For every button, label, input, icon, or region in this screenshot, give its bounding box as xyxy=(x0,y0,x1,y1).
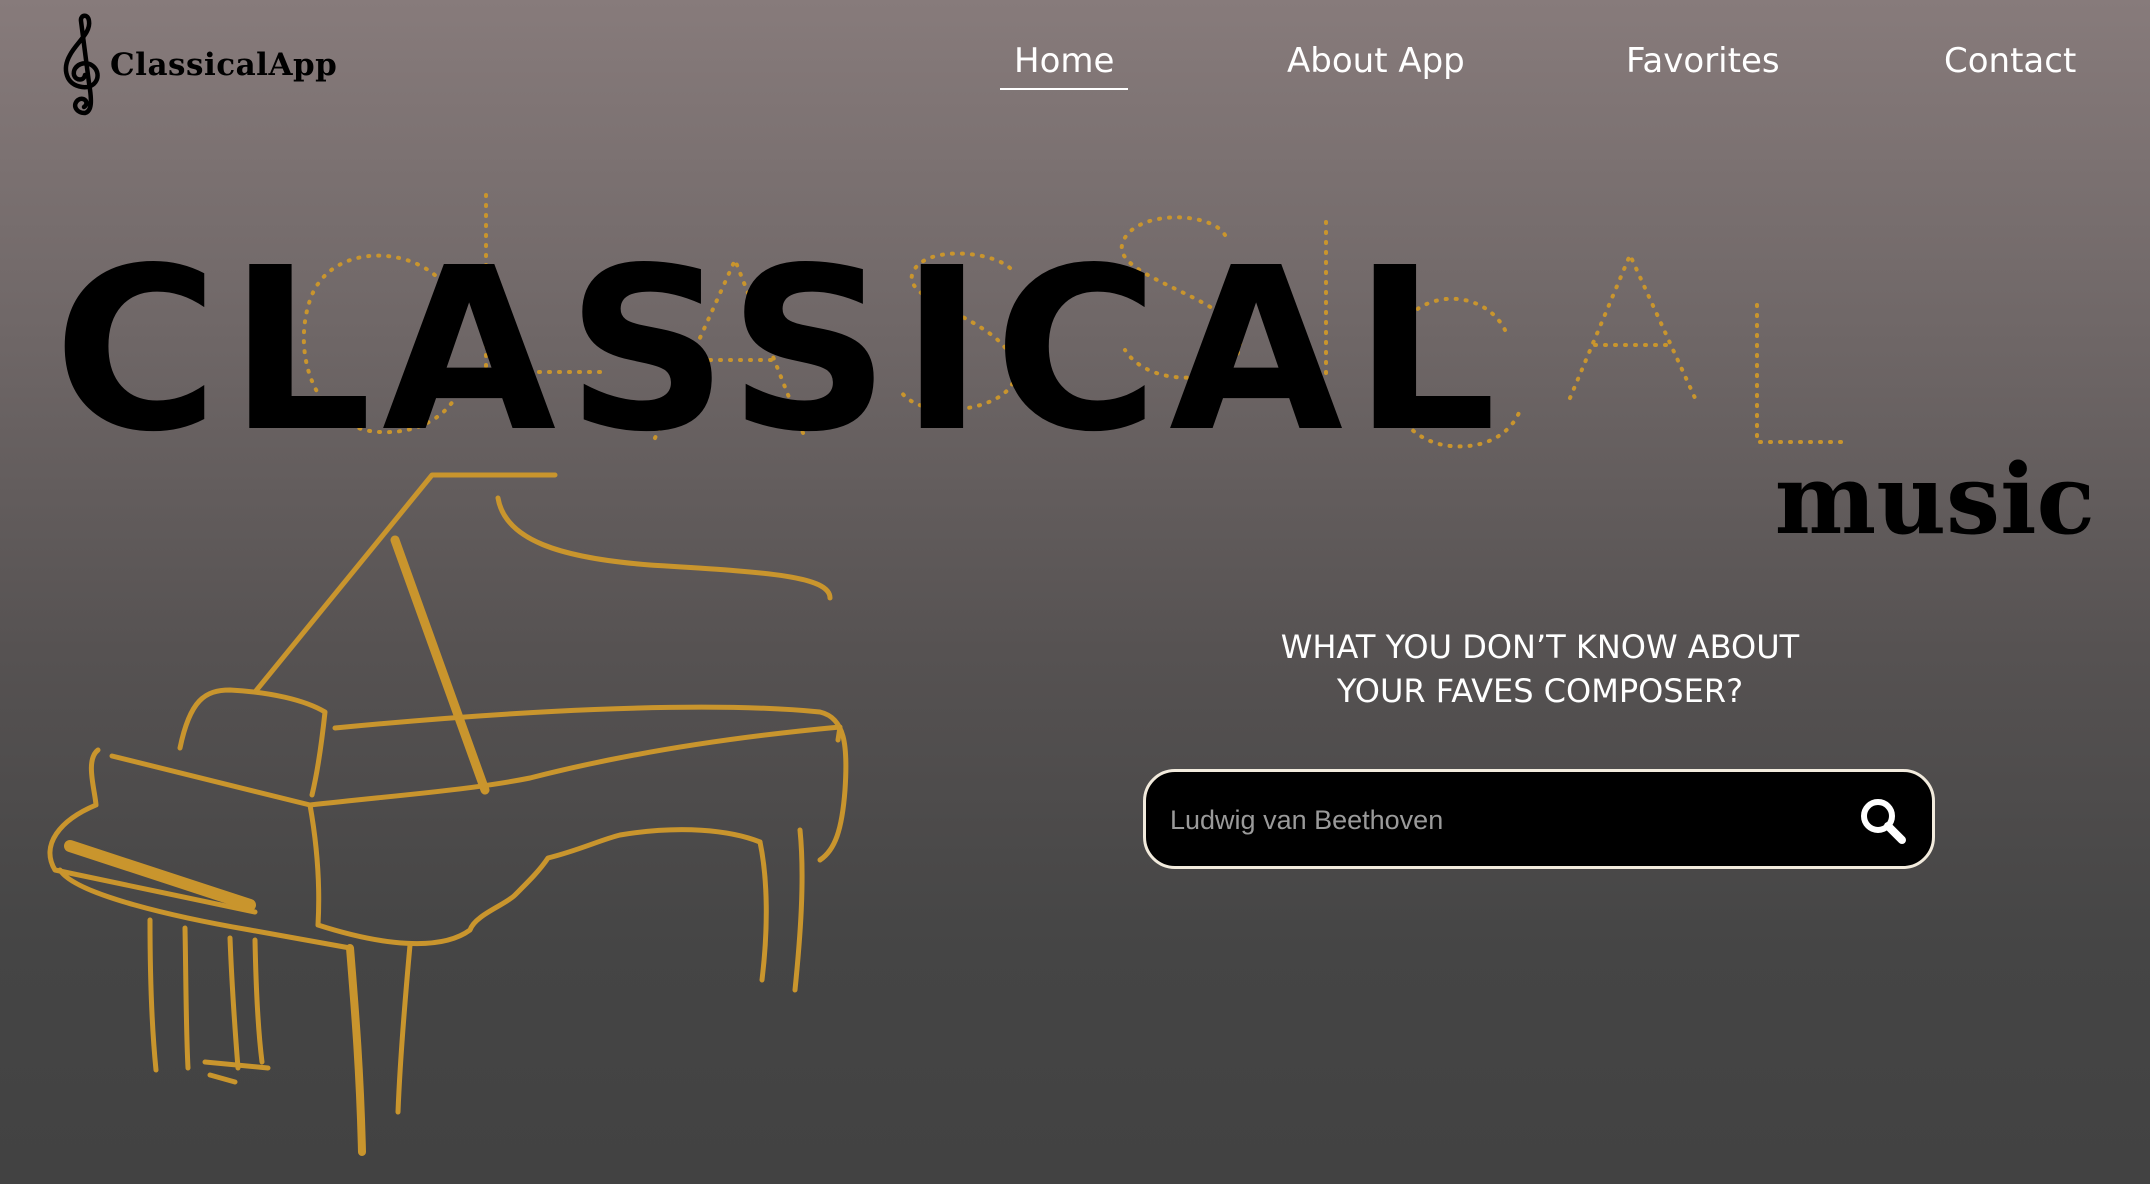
search-input[interactable] xyxy=(1170,798,1820,842)
hero-subtitle: music xyxy=(1775,443,2095,556)
hero-title: CLASSICAL xyxy=(54,220,1507,482)
grand-piano-illustration xyxy=(47,472,849,1156)
composer-search xyxy=(1143,769,1935,869)
question-line-2: YOUR FAVES COMPOSER? xyxy=(1336,672,1744,710)
search-icon xyxy=(1861,799,1906,844)
hero-graphic: CLASSICAL music xyxy=(47,193,2095,1156)
hero-question: WHAT YOU DON’T KNOW ABOUT YOUR FAVES COM… xyxy=(1240,625,1840,713)
question-line-1: WHAT YOU DON’T KNOW ABOUT xyxy=(1280,628,1800,666)
search-button[interactable] xyxy=(1856,794,1910,848)
